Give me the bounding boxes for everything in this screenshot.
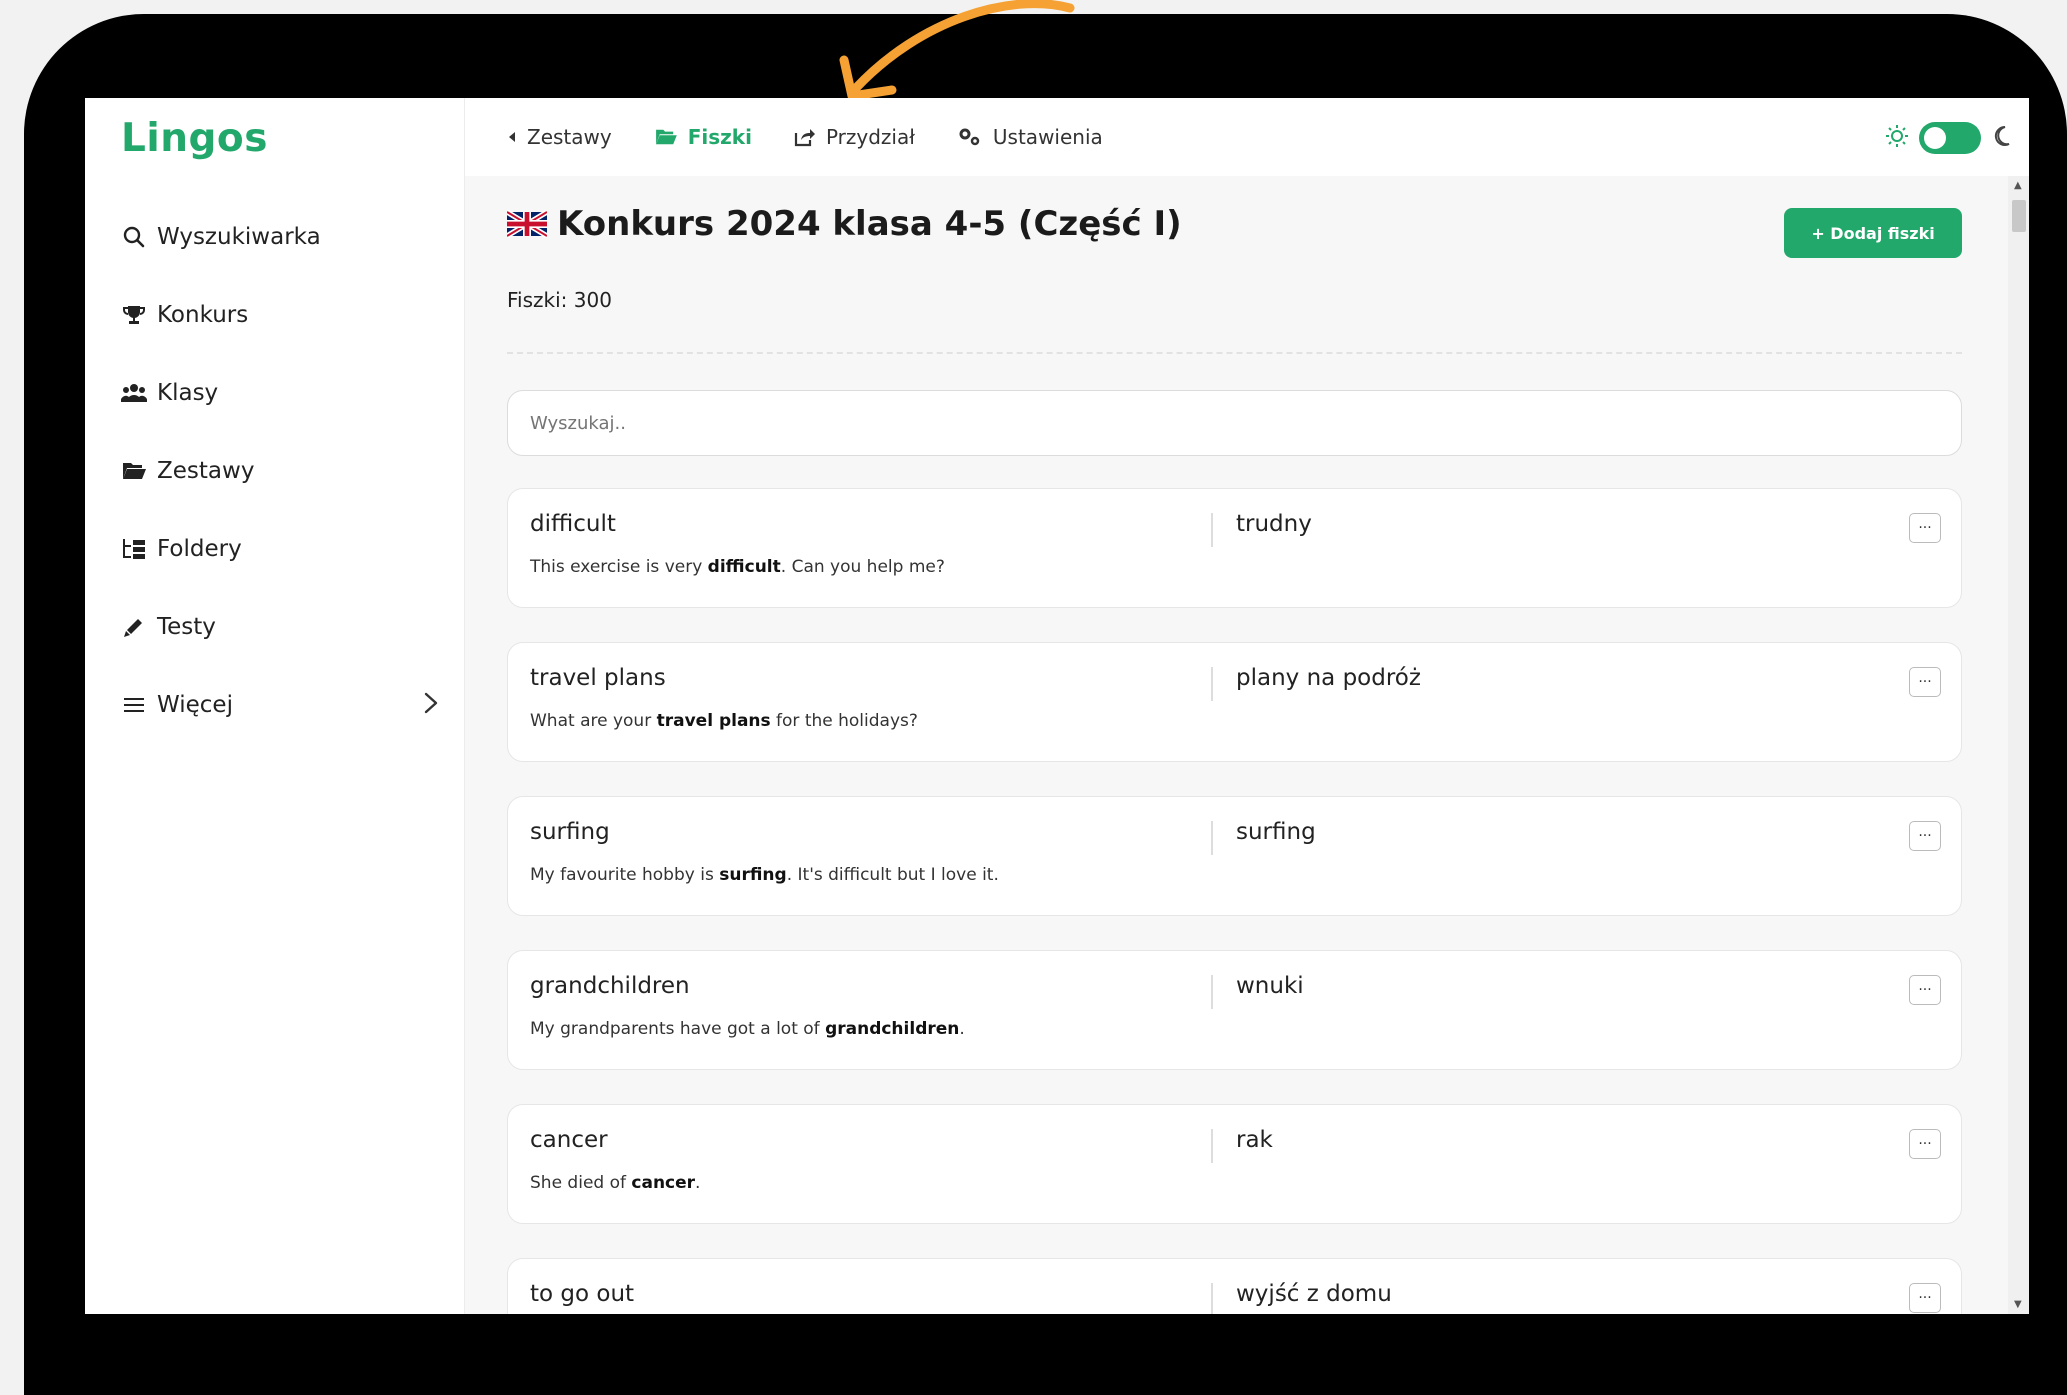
- flashcard[interactable]: cancer She died of cancer. rak ···: [507, 1104, 1962, 1224]
- annotation-arrow-icon: [839, 0, 1075, 101]
- flashcard-translation: rak: [1236, 1127, 1273, 1153]
- separator: [1211, 1129, 1213, 1163]
- trophy-icon: [119, 302, 149, 328]
- menu-icon: [119, 692, 149, 718]
- flashcard[interactable]: grandchildren My grandparents have got a…: [507, 950, 1962, 1070]
- tab-label: Ustawienia: [992, 125, 1103, 149]
- flashcard-example: This exercise is very difficult. Can you…: [530, 557, 945, 577]
- tab-label: Zestawy: [527, 125, 612, 149]
- uk-flag-icon: [507, 210, 547, 238]
- separator: [1211, 975, 1213, 1009]
- more-options-button[interactable]: ···: [1909, 975, 1941, 1005]
- moon-icon: [1993, 125, 2011, 151]
- cogs-icon: [957, 127, 983, 147]
- sidebar-item-klasy[interactable]: Klasy: [119, 354, 439, 432]
- separator: [1211, 513, 1213, 547]
- folder-open-icon: [654, 128, 678, 146]
- flashcard[interactable]: travel plans What are your travel plans …: [507, 642, 1962, 762]
- tab-ustawienia[interactable]: Ustawienia: [957, 125, 1103, 149]
- caret-left-icon: [507, 131, 517, 143]
- flashcard-example: My favourite hobby is surfing. It's diff…: [530, 865, 999, 885]
- flashcard-example: What are your travel plans for the holid…: [530, 711, 918, 731]
- flashcard-translation: wyjść z domu: [1236, 1281, 1392, 1307]
- scrollbar-thumb[interactable]: [2012, 200, 2026, 232]
- page-header: Konkurs 2024 klasa 4-5 (Część I): [507, 204, 1182, 244]
- flashcard-term: surfing: [530, 819, 610, 845]
- sidebar-nav: Wyszukiwarka Konkurs Klasy Zestawy Folde…: [119, 198, 439, 744]
- users-icon: [119, 380, 149, 406]
- flashcard-translation: surfing: [1236, 819, 1316, 845]
- page-title: Konkurs 2024 klasa 4-5 (Część I): [557, 204, 1182, 244]
- top-navigation: Zestawy Fiszki Przydział Ustawienia: [465, 98, 2029, 176]
- flashcard-translation: trudny: [1236, 511, 1312, 537]
- add-flashcards-button[interactable]: + Dodaj fiszki: [1784, 208, 1962, 258]
- flashcard[interactable]: surfing My favourite hobby is surfing. I…: [507, 796, 1962, 916]
- sidebar-item-label: Testy: [157, 614, 216, 640]
- main-content: Konkurs 2024 klasa 4-5 (Część I) Fiszki:…: [465, 176, 2008, 1314]
- flashcard-list: difficult This exercise is very difficul…: [507, 488, 1962, 1314]
- sidebar-item-wiecej[interactable]: Więcej: [119, 666, 439, 744]
- flashcard[interactable]: to go out wyjść z domu ···: [507, 1258, 1962, 1314]
- scrollbar[interactable]: ▲ ▼: [2008, 176, 2029, 1314]
- sidebar-item-testy[interactable]: Testy: [119, 588, 439, 666]
- flashcard-example: She died of cancer.: [530, 1173, 701, 1193]
- more-options-button[interactable]: ···: [1909, 1129, 1941, 1159]
- search-icon: [119, 224, 149, 250]
- scroll-down-icon[interactable]: ▼: [2014, 1299, 2022, 1310]
- divider: [507, 352, 1962, 354]
- sidebar-item-label: Wyszukiwarka: [157, 224, 321, 250]
- flashcard-term: to go out: [530, 1281, 635, 1307]
- sidebar-item-foldery[interactable]: Foldery: [119, 510, 439, 588]
- pencil-icon: [119, 614, 149, 640]
- tab-przydzial[interactable]: Przydział: [794, 125, 915, 149]
- more-options-button[interactable]: ···: [1909, 1283, 1941, 1313]
- sidebar-item-konkurs[interactable]: Konkurs: [119, 276, 439, 354]
- flashcard-translation: wnuki: [1236, 973, 1304, 999]
- separator: [1211, 667, 1213, 701]
- flashcard-translation: plany na podróż: [1236, 665, 1421, 691]
- flashcard-term: grandchildren: [530, 973, 690, 999]
- tab-label: Fiszki: [687, 125, 752, 149]
- more-options-button[interactable]: ···: [1909, 821, 1941, 851]
- separator: [1211, 821, 1213, 855]
- app-logo[interactable]: Lingos: [121, 116, 268, 161]
- dark-mode-toggle[interactable]: [1919, 122, 1981, 154]
- flashcard-count: Fiszki: 300: [507, 288, 612, 312]
- sidebar-item-label: Zestawy: [157, 458, 255, 484]
- theme-switcher: [1885, 122, 2011, 154]
- sidebar-item-label: Konkurs: [157, 302, 249, 328]
- flashcard-example: My grandparents have got a lot of grandc…: [530, 1019, 965, 1039]
- folder-tree-icon: [119, 536, 149, 562]
- sidebar-item-label: Foldery: [157, 536, 242, 562]
- tab-zestawy-back[interactable]: Zestawy: [507, 125, 612, 149]
- more-options-button[interactable]: ···: [1909, 667, 1941, 697]
- sun-icon: [1885, 124, 1909, 152]
- more-options-button[interactable]: ···: [1909, 513, 1941, 543]
- chevron-right-icon[interactable]: [423, 689, 439, 722]
- search-input[interactable]: [507, 390, 1962, 456]
- sidebar: Lingos Wyszukiwarka Konkurs Klasy Zestaw…: [85, 98, 465, 1314]
- separator: [1211, 1283, 1213, 1314]
- sidebar-item-label: Więcej: [157, 692, 233, 718]
- sidebar-item-wyszukiwarka[interactable]: Wyszukiwarka: [119, 198, 439, 276]
- flashcard-term: cancer: [530, 1127, 608, 1153]
- scroll-up-icon[interactable]: ▲: [2014, 180, 2022, 191]
- app-screen: Lingos Wyszukiwarka Konkurs Klasy Zestaw…: [85, 98, 2029, 1314]
- flashcard[interactable]: difficult This exercise is very difficul…: [507, 488, 1962, 608]
- flashcard-term: difficult: [530, 511, 616, 537]
- tab-fiszki[interactable]: Fiszki: [654, 125, 752, 149]
- folder-icon: [119, 458, 149, 484]
- sidebar-item-zestawy[interactable]: Zestawy: [119, 432, 439, 510]
- tab-label: Przydział: [825, 125, 915, 149]
- sidebar-item-label: Klasy: [157, 380, 219, 406]
- share-icon: [794, 127, 816, 147]
- flashcard-term: travel plans: [530, 665, 666, 691]
